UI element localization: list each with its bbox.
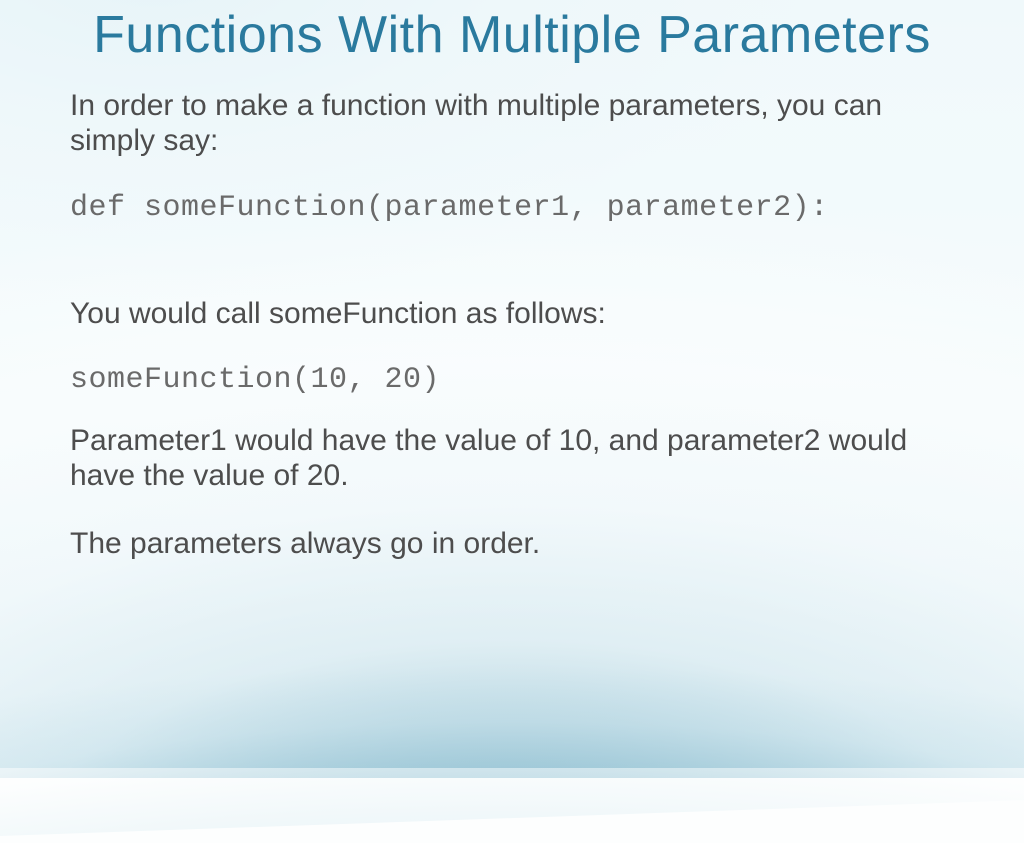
call-intro-text: You would call someFunction as follows: — [70, 296, 954, 331]
code-definition: def someFunction(parameter1, parameter2)… — [70, 191, 954, 226]
intro-text: In order to make a function with multipl… — [70, 88, 954, 159]
explanation-text: Parameter1 would have the value of 10, a… — [70, 423, 954, 494]
order-note-text: The parameters always go in order. — [70, 526, 954, 561]
slide-body: In order to make a function with multipl… — [70, 88, 954, 561]
code-call: someFunction(10, 20) — [70, 363, 954, 398]
slide-title: Functions With Multiple Parameters — [70, 0, 954, 66]
slide-content: Functions With Multiple Parameters In or… — [0, 0, 1024, 561]
